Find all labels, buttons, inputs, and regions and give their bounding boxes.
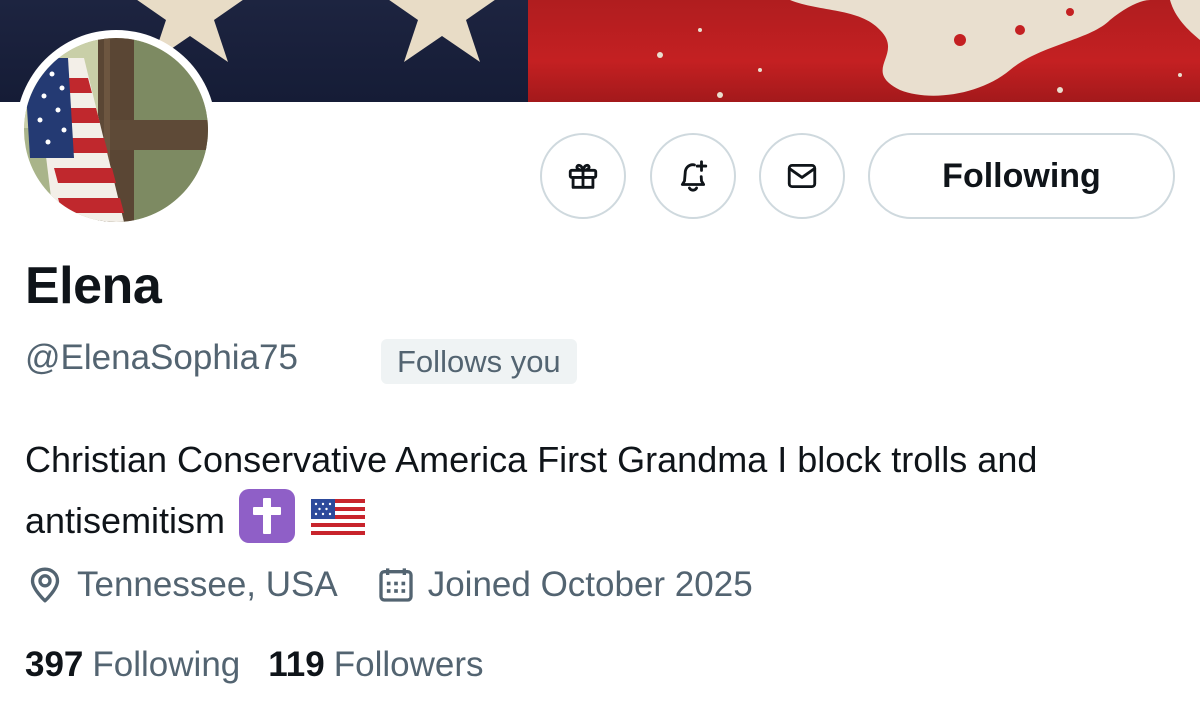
- bio-text: Christian Conservative America First Gra…: [25, 439, 1038, 541]
- following-count: 397: [25, 645, 84, 684]
- us-flag-emoji: [311, 499, 366, 535]
- followers-label: Followers: [333, 645, 484, 684]
- followers-stat-link[interactable]: 119 Followers: [268, 645, 483, 685]
- avatar-cross-and-flag-picture: [24, 38, 208, 222]
- join-date-text: Joined October 2025: [427, 565, 753, 604]
- latin-cross-emoji: [239, 489, 296, 543]
- following-button[interactable]: Following: [868, 133, 1175, 219]
- join-date: Joined October 2025: [376, 565, 753, 605]
- avatar-image: [24, 38, 208, 222]
- profile-meta: Tennessee, USA Joined October 2025: [25, 561, 753, 609]
- location-pin-icon: [30, 567, 60, 603]
- gift-button[interactable]: [540, 133, 626, 219]
- envelope-icon: [787, 163, 817, 189]
- display-name: Elena: [25, 257, 162, 315]
- location: Tennessee, USA: [25, 565, 338, 605]
- notify-button[interactable]: [650, 133, 736, 219]
- followers-count: 119: [268, 645, 325, 684]
- message-button[interactable]: [759, 133, 845, 219]
- following-label: Following: [92, 645, 241, 684]
- banner-worn-paint: [790, 0, 1150, 96]
- gift-icon: [568, 163, 598, 189]
- following-stat-link[interactable]: 397 Following: [25, 645, 240, 685]
- location-text: Tennessee, USA: [77, 565, 338, 604]
- avatar[interactable]: [16, 30, 216, 230]
- calendar-icon: [379, 568, 413, 602]
- follow-stats: 397 Following 119 Followers: [25, 642, 484, 688]
- user-handle: @ElenaSophia75: [25, 338, 298, 377]
- bell-plus-icon: [680, 160, 708, 192]
- banner-star: [389, 0, 495, 62]
- bio: Christian Conservative America First Gra…: [25, 430, 1185, 550]
- follows-you-badge: Follows you: [381, 339, 577, 384]
